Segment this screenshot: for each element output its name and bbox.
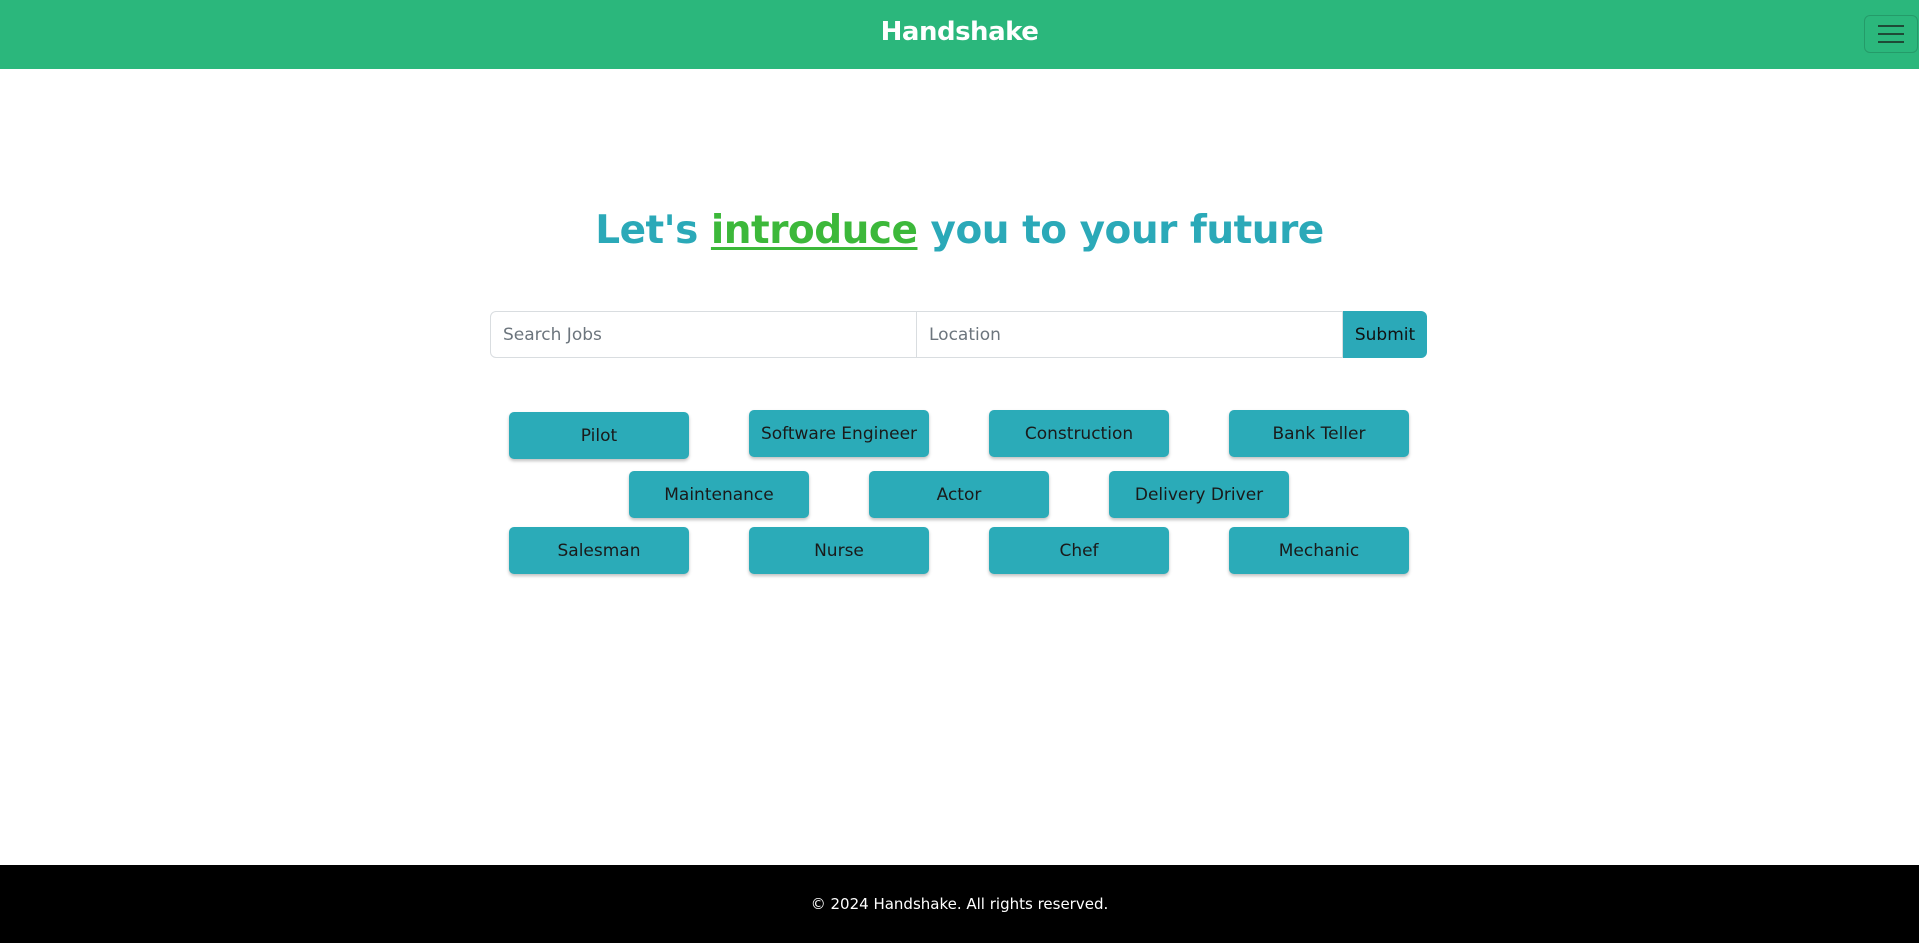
category-button-mechanic[interactable]: Mechanic [1229, 527, 1409, 574]
category-button-pilot[interactable]: Pilot [509, 412, 689, 459]
category-button-delivery-driver[interactable]: Delivery Driver [1109, 471, 1289, 518]
submit-button[interactable]: Submit [1343, 311, 1427, 358]
category-button-maintenance[interactable]: Maintenance [629, 471, 809, 518]
category-button-chef[interactable]: Chef [989, 527, 1169, 574]
headline-suffix: you to your future [917, 208, 1325, 253]
footer-copyright: © 2024 Handshake. All rights reserved. [810, 895, 1109, 913]
headline-prefix: Let's [595, 208, 711, 253]
category-button-bank-teller[interactable]: Bank Teller [1229, 410, 1409, 457]
hamburger-menu-icon [1878, 25, 1904, 43]
category-button-nurse[interactable]: Nurse [749, 527, 929, 574]
headline-highlight: introduce [710, 208, 918, 253]
footer: © 2024 Handshake. All rights reserved. [0, 865, 1919, 943]
category-button-salesman[interactable]: Salesman [509, 527, 689, 574]
category-button-actor[interactable]: Actor [869, 471, 1049, 518]
category-button-software-engineer[interactable]: Software Engineer [749, 410, 929, 457]
search-jobs-input[interactable] [490, 311, 917, 358]
hero-headline: Let's introduce you to your future [0, 208, 1919, 253]
menu-toggle-button[interactable] [1864, 15, 1918, 53]
brand-logo[interactable]: Handshake [0, 17, 1919, 47]
category-button-construction[interactable]: Construction [989, 410, 1169, 457]
search-bar: Submit [490, 311, 1427, 358]
location-input[interactable] [917, 311, 1343, 358]
navbar: Handshake [0, 0, 1919, 69]
